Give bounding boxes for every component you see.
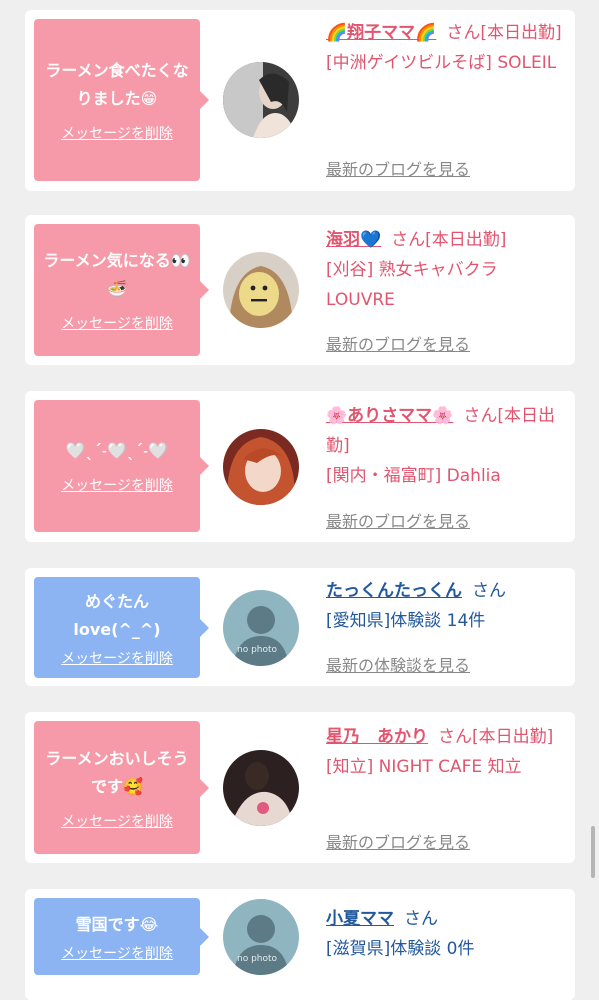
profile-info: 海羽💙 さん[本日出勤] [刈谷] 熟女キャバクラLOUVRE [326,225,566,315]
latest-blog-link[interactable]: 最新のブログを見る [326,156,470,180]
honorific: さん [391,230,426,250]
list-item: ラーメンおいしそうです🥰 メッセージを削除 星乃 あかり さん[本日出勤] [知立… [25,712,575,863]
profile-info: 小夏ママ さん [滋賀県]体験談 0件 [326,904,566,964]
shop-text: [刈谷] 熟女キャバクラLOUVRE [326,260,498,310]
shop-text: [滋賀県]体験談 0件 [326,939,475,959]
list-item: めぐたん love(^_^) メッセージを削除 no photo たっくんたっく… [25,568,575,686]
status-text: [本日出勤] [425,230,507,250]
honorific: さん [438,727,472,747]
honorific: さん [446,23,481,43]
profile-name-link[interactable]: 小夏ママ [326,909,394,929]
delete-message-link[interactable]: メッセージを削除 [61,811,173,831]
no-photo-caption: no photo [237,645,278,655]
message-text: 雪国です😂 [75,914,159,934]
status-text: [本日出勤] [472,727,554,747]
delete-message-link[interactable]: メッセージを削除 [61,648,173,668]
message-text: ラーメン食べたくなりました😁 [45,61,189,108]
profile-info: たっくんたっくん さん [愛知県]体験談 14件 [326,576,566,636]
delete-message-link[interactable]: メッセージを削除 [61,313,173,333]
avatar[interactable]: no photo [223,590,299,666]
status-text: [本日出勤] [480,23,562,43]
latest-blog-link[interactable]: 最新のブログを見る [326,331,470,355]
message-bubble: 🤍ˎˊ˗🤍ˎˊ˗🤍 メッセージを削除 [34,400,209,532]
list-item: ラーメン食べたくなりました😁 メッセージを削除 🌈翔子ママ🌈 さん[本日出勤] [… [25,10,575,191]
latest-blog-link[interactable]: 最新のブログを見る [326,829,470,853]
no-photo-caption: no photo [237,954,278,964]
avatar[interactable] [223,429,299,505]
profile-info: 星乃 あかり さん[本日出勤] [知立] NIGHT CAFE 知立 [326,722,566,782]
profile-name-link[interactable]: 星乃 あかり [326,727,428,747]
profile-name-link[interactable]: 海羽💙 [326,230,381,250]
scrollbar[interactable] [591,826,595,878]
message-text: ラーメン気になる👀🍜 [43,251,191,298]
message-bubble: ラーメンおいしそうです🥰 メッセージを削除 [34,721,209,854]
list-item: ラーメン気になる👀🍜 メッセージを削除 海羽💙 さん[本日出勤] [刈谷] 熟女キ… [25,215,575,365]
message-bubble: めぐたん love(^_^) メッセージを削除 [34,577,209,678]
honorific: さん [463,406,498,426]
delete-message-link[interactable]: メッセージを削除 [61,475,173,495]
shop-text: [関内・福富町] Dahlia [326,466,501,486]
message-text: 🤍ˎˊ˗🤍ˎˊ˗🤍 [65,441,169,460]
honorific: さん [404,909,438,929]
avatar[interactable]: no photo [223,899,299,975]
avatar[interactable] [223,750,299,826]
delete-message-link[interactable]: メッセージを削除 [61,123,173,143]
latest-blog-link[interactable]: 最新のブログを見る [326,508,470,532]
message-text: めぐたん love(^_^) [73,591,161,639]
list-item: 🤍ˎˊ˗🤍ˎˊ˗🤍 メッセージを削除 🌸ありさママ🌸 さん[本日出勤] [関内・福… [25,391,575,542]
profile-info: 🌸ありさママ🌸 さん[本日出勤] [関内・福富町] Dahlia [326,401,566,491]
profile-info: 🌈翔子ママ🌈 さん[本日出勤] [中洲ゲイツビルそば] SOLEIL [326,18,566,78]
list-item: 雪国です😂 メッセージを削除 no photo 小夏ママ さん [滋賀県]体験談 … [25,889,575,1000]
profile-name-link[interactable]: 🌈翔子ママ🌈 [326,23,436,43]
shop-text: [知立] NIGHT CAFE 知立 [326,757,522,777]
message-text: ラーメンおいしそうです🥰 [45,748,189,796]
message-bubble: ラーメン食べたくなりました😁 メッセージを削除 [34,19,209,181]
delete-message-link[interactable]: メッセージを削除 [61,943,173,963]
message-bubble: 雪国です😂 メッセージを削除 [34,898,209,975]
profile-name-link[interactable]: たっくんたっくん [326,581,462,601]
message-bubble: ラーメン気になる👀🍜 メッセージを削除 [34,224,209,356]
avatar[interactable] [223,252,299,328]
latest-review-link[interactable]: 最新の体験談を見る [326,652,470,676]
honorific: さん [472,581,506,601]
avatar[interactable] [223,62,299,138]
shop-text: [愛知県]体験談 14件 [326,611,486,631]
profile-name-link[interactable]: 🌸ありさママ🌸 [326,406,453,426]
shop-text: [中洲ゲイツビルそば] SOLEIL [326,53,557,73]
